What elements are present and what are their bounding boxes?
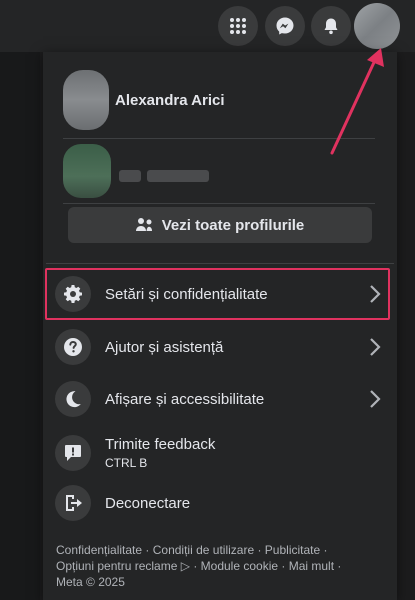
other-profile-picture	[63, 144, 111, 198]
profile-card: Alexandra Arici	[57, 62, 383, 207]
gear-icon	[55, 276, 91, 312]
menu-item-help-support[interactable]: Ajutor și asistență	[49, 323, 391, 371]
account-avatar[interactable]	[354, 3, 400, 49]
see-all-profiles-button[interactable]: Vezi toate profilurile	[68, 207, 372, 243]
chevron-right-icon	[369, 389, 381, 414]
footer-link-terms[interactable]: Condiții de utilizare	[153, 543, 254, 557]
footer-link-cookies[interactable]: Module cookie	[201, 559, 278, 573]
top-bar	[0, 0, 415, 52]
profile-divider	[63, 138, 375, 139]
feedback-text: Trimite feedback CTRL B	[91, 436, 215, 470]
menu-item-label: Ajutor și asistență	[105, 338, 224, 356]
profile-divider	[63, 203, 375, 204]
current-profile[interactable]: Alexandra Arici	[57, 70, 383, 130]
profiles-icon	[135, 217, 154, 233]
notifications-bell-icon[interactable]	[311, 6, 351, 46]
blurred-name-part	[147, 170, 209, 182]
blurred-name-part	[119, 170, 141, 182]
footer-links: Confidențialitate · Condiții de utilizar…	[56, 543, 342, 589]
feedback-icon	[55, 435, 91, 471]
menu-grid-icon[interactable]	[218, 6, 258, 46]
footer-link-more[interactable]: Mai mult	[289, 559, 334, 573]
menu-item-logout[interactable]: Deconectare	[49, 479, 391, 527]
logout-icon	[55, 485, 91, 521]
chevron-right-icon	[369, 284, 381, 309]
ad-choices-icon: ▷	[180, 559, 190, 573]
profile-name: Alexandra Arici	[115, 91, 225, 109]
messenger-icon[interactable]	[265, 6, 305, 46]
menu-item-label: Deconectare	[105, 494, 191, 512]
keyboard-shortcut: CTRL B	[105, 456, 148, 470]
menu-item-label: Trimite feedback	[105, 436, 216, 453]
menu-item-give-feedback[interactable]: Trimite feedback CTRL B	[49, 429, 391, 477]
menu-item-settings-privacy[interactable]: Setări și confidențialitate	[49, 270, 391, 318]
help-icon	[55, 329, 91, 365]
moon-icon	[55, 381, 91, 417]
account-menu-panel: Alexandra Arici Vezi toate profilurile S…	[43, 52, 397, 600]
page-background	[0, 52, 40, 600]
other-profile[interactable]	[57, 142, 383, 198]
see-all-profiles-label: Vezi toate profilurile	[161, 216, 305, 234]
footer-link-ad-choices[interactable]: Opțiuni pentru reclame	[56, 559, 177, 573]
footer-link-advertising[interactable]: Publicitate	[265, 543, 320, 557]
chevron-right-icon	[369, 337, 381, 362]
menu-item-label: Afișare și accessibilitate	[105, 390, 265, 408]
footer-link-privacy[interactable]: Confidențialitate	[56, 543, 142, 557]
footer-copyright: Meta © 2025	[56, 575, 125, 589]
menu-item-display-accessibility[interactable]: Afișare și accessibilitate	[49, 375, 391, 423]
profile-picture	[63, 70, 109, 130]
section-divider	[46, 263, 394, 264]
menu-item-label: Setări și confidențialitate	[105, 285, 268, 303]
